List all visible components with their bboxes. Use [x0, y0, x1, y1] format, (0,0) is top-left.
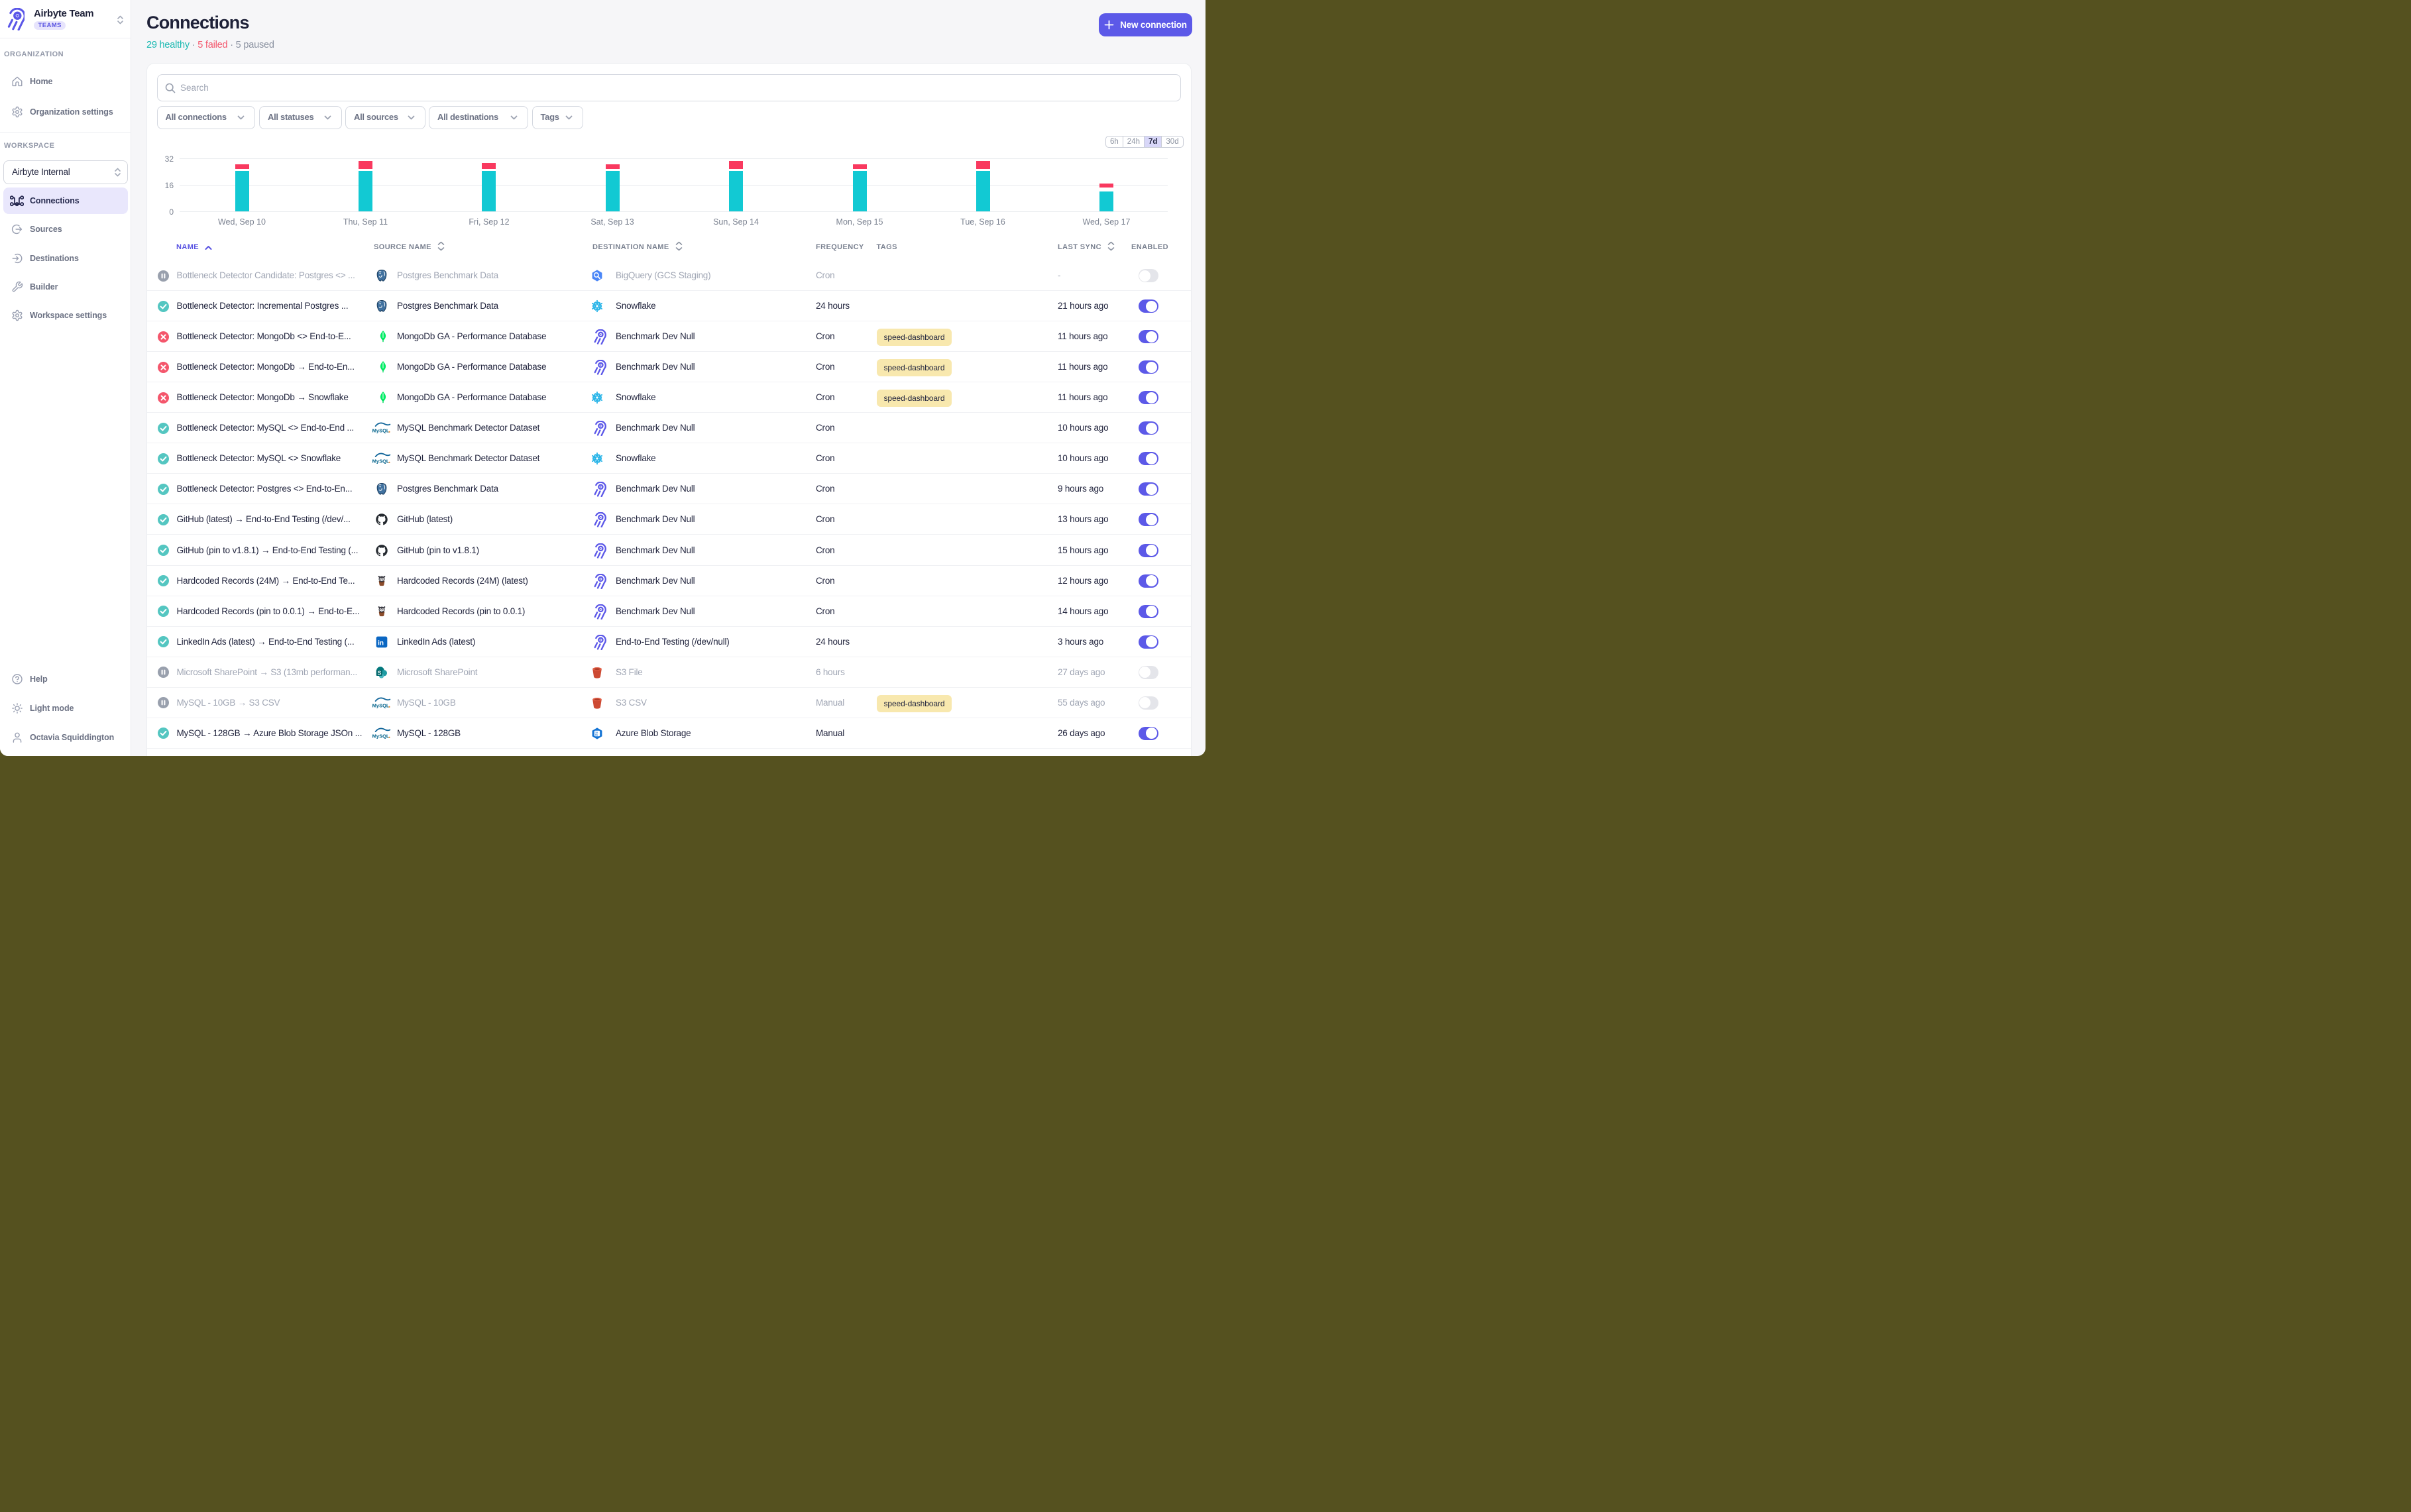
svg-text:S: S	[378, 670, 381, 676]
svg-text:MySQL: MySQL	[372, 459, 390, 464]
svg-text:MySQL: MySQL	[372, 733, 390, 739]
svg-text:01: 01	[595, 733, 598, 736]
svg-text:MySQL: MySQL	[372, 702, 390, 708]
svg-text:MySQL: MySQL	[372, 428, 390, 434]
svg-text:in: in	[378, 639, 384, 647]
